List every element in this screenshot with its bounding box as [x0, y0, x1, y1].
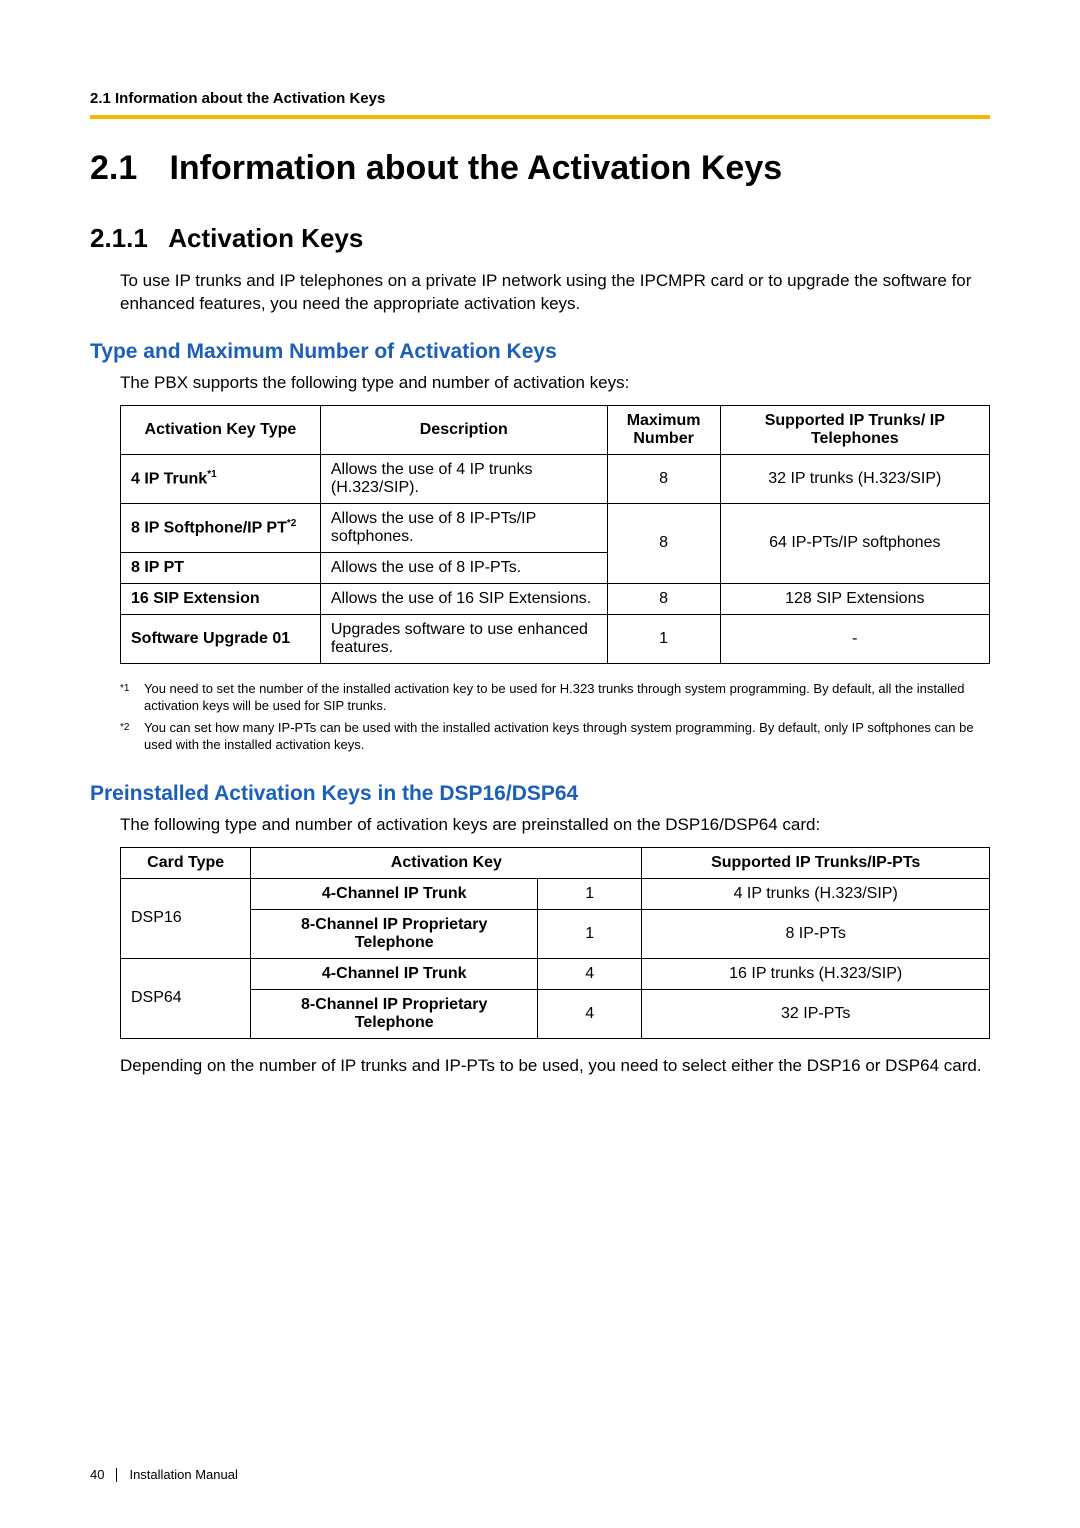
section-heading: 2.1 Information about the Activation Key…	[90, 149, 990, 188]
blue-heading-1: Type and Maximum Number of Activation Ke…	[90, 340, 990, 364]
card-type-cell: DSP64	[121, 958, 251, 1038]
subsection-heading: 2.1.1 Activation Keys	[90, 223, 990, 254]
header-rule	[90, 115, 990, 119]
supported-cell: 128 SIP Extensions	[720, 583, 989, 614]
intro-paragraph: To use IP trunks and IP telephones on a …	[120, 270, 990, 316]
max-cell: 8	[607, 583, 720, 614]
supported-cell: 32 IP trunks (H.323/SIP)	[720, 454, 989, 503]
max-cell: 8	[607, 503, 720, 583]
blue2-intro: The following type and number of activat…	[120, 814, 990, 837]
max-cell: 8	[607, 454, 720, 503]
footnote: *2 You can set how many IP-PTs can be us…	[120, 719, 990, 754]
blue1-intro: The PBX supports the following type and …	[120, 372, 990, 395]
running-header: 2.1 Information about the Activation Key…	[90, 90, 990, 107]
footnote-marker: *1	[120, 680, 138, 715]
col-header: Description	[320, 405, 607, 454]
table-row: 8-Channel IP Proprietary Telephone 4 32 …	[121, 989, 990, 1038]
key-type-cell: 16 SIP Extension	[121, 583, 321, 614]
subsection-title: Activation Keys	[168, 223, 363, 253]
supported-cell: 16 IP trunks (H.323/SIP)	[642, 958, 990, 989]
table-header-row: Activation Key Type Description Maximum …	[121, 405, 990, 454]
col-header: Supported IP Trunks/IP-PTs	[642, 847, 990, 878]
count-cell: 4	[538, 958, 642, 989]
card-type-cell: DSP16	[121, 878, 251, 958]
supported-cell: -	[720, 614, 989, 663]
table-row: 16 SIP Extension Allows the use of 16 SI…	[121, 583, 990, 614]
blue-heading-2: Preinstalled Activation Keys in the DSP1…	[90, 782, 990, 806]
col-header: Activation Key	[251, 847, 642, 878]
footnote-ref: *2	[287, 518, 296, 529]
supported-cell: 8 IP-PTs	[642, 909, 990, 958]
activation-key-cell: 4-Channel IP Trunk	[251, 878, 538, 909]
supported-cell: 32 IP-PTs	[642, 989, 990, 1038]
description-cell: Allows the use of 8 IP-PTs.	[320, 552, 607, 583]
col-header: Maximum Number	[607, 405, 720, 454]
footnote-text: You can set how many IP-PTs can be used …	[144, 719, 990, 754]
table-row: DSP64 4-Channel IP Trunk 4 16 IP trunks …	[121, 958, 990, 989]
description-cell: Upgrades software to use enhanced featur…	[320, 614, 607, 663]
activation-key-cell: 8-Channel IP Proprietary Telephone	[251, 989, 538, 1038]
footnote: *1 You need to set the number of the ins…	[120, 680, 990, 715]
section-title: Information about the Activation Keys	[169, 149, 782, 187]
description-cell: Allows the use of 16 SIP Extensions.	[320, 583, 607, 614]
key-type-cell: Software Upgrade 01	[121, 614, 321, 663]
description-cell: Allows the use of 4 IP trunks (H.323/SIP…	[320, 454, 607, 503]
key-type-cell: 8 IP PT	[121, 552, 321, 583]
footer-divider	[116, 1468, 117, 1482]
table-row: Software Upgrade 01 Upgrades software to…	[121, 614, 990, 663]
activation-key-cell: 4-Channel IP Trunk	[251, 958, 538, 989]
table-row: 4 IP Trunk*1 Allows the use of 4 IP trun…	[121, 454, 990, 503]
count-cell: 4	[538, 989, 642, 1038]
key-type-cell: 8 IP Softphone/IP PT*2	[121, 503, 321, 552]
activation-key-cell: 8-Channel IP Proprietary Telephone	[251, 909, 538, 958]
count-cell: 1	[538, 878, 642, 909]
section-number: 2.1	[90, 149, 160, 188]
table-row: 8-Channel IP Proprietary Telephone 1 8 I…	[121, 909, 990, 958]
page-number: 40	[90, 1467, 104, 1482]
footnotes-block: *1 You need to set the number of the ins…	[120, 680, 990, 754]
preinstalled-keys-table: Card Type Activation Key Supported IP Tr…	[120, 847, 990, 1039]
subsection-number: 2.1.1	[90, 223, 162, 254]
footnote-ref: *1	[207, 469, 216, 480]
count-cell: 1	[538, 909, 642, 958]
key-type-cell: 4 IP Trunk*1	[121, 454, 321, 503]
max-cell: 1	[607, 614, 720, 663]
footnote-text: You need to set the number of the instal…	[144, 680, 990, 715]
activation-keys-table: Activation Key Type Description Maximum …	[120, 405, 990, 664]
description-cell: Allows the use of 8 IP-PTs/IP softphones…	[320, 503, 607, 552]
key-type-label: 8 IP Softphone/IP PT	[131, 519, 287, 536]
col-header: Supported IP Trunks/ IP Telephones	[720, 405, 989, 454]
col-header: Activation Key Type	[121, 405, 321, 454]
key-type-label: 4 IP Trunk	[131, 470, 207, 487]
table-header-row: Card Type Activation Key Supported IP Tr…	[121, 847, 990, 878]
col-header: Card Type	[121, 847, 251, 878]
manual-name: Installation Manual	[129, 1467, 237, 1482]
closing-paragraph: Depending on the number of IP trunks and…	[120, 1055, 990, 1078]
supported-cell: 64 IP-PTs/IP softphones	[720, 503, 989, 583]
page-footer: 40 Installation Manual	[90, 1467, 238, 1482]
table-row: 8 IP Softphone/IP PT*2 Allows the use of…	[121, 503, 990, 552]
footnote-marker: *2	[120, 719, 138, 754]
table-row: DSP16 4-Channel IP Trunk 1 4 IP trunks (…	[121, 878, 990, 909]
supported-cell: 4 IP trunks (H.323/SIP)	[642, 878, 990, 909]
